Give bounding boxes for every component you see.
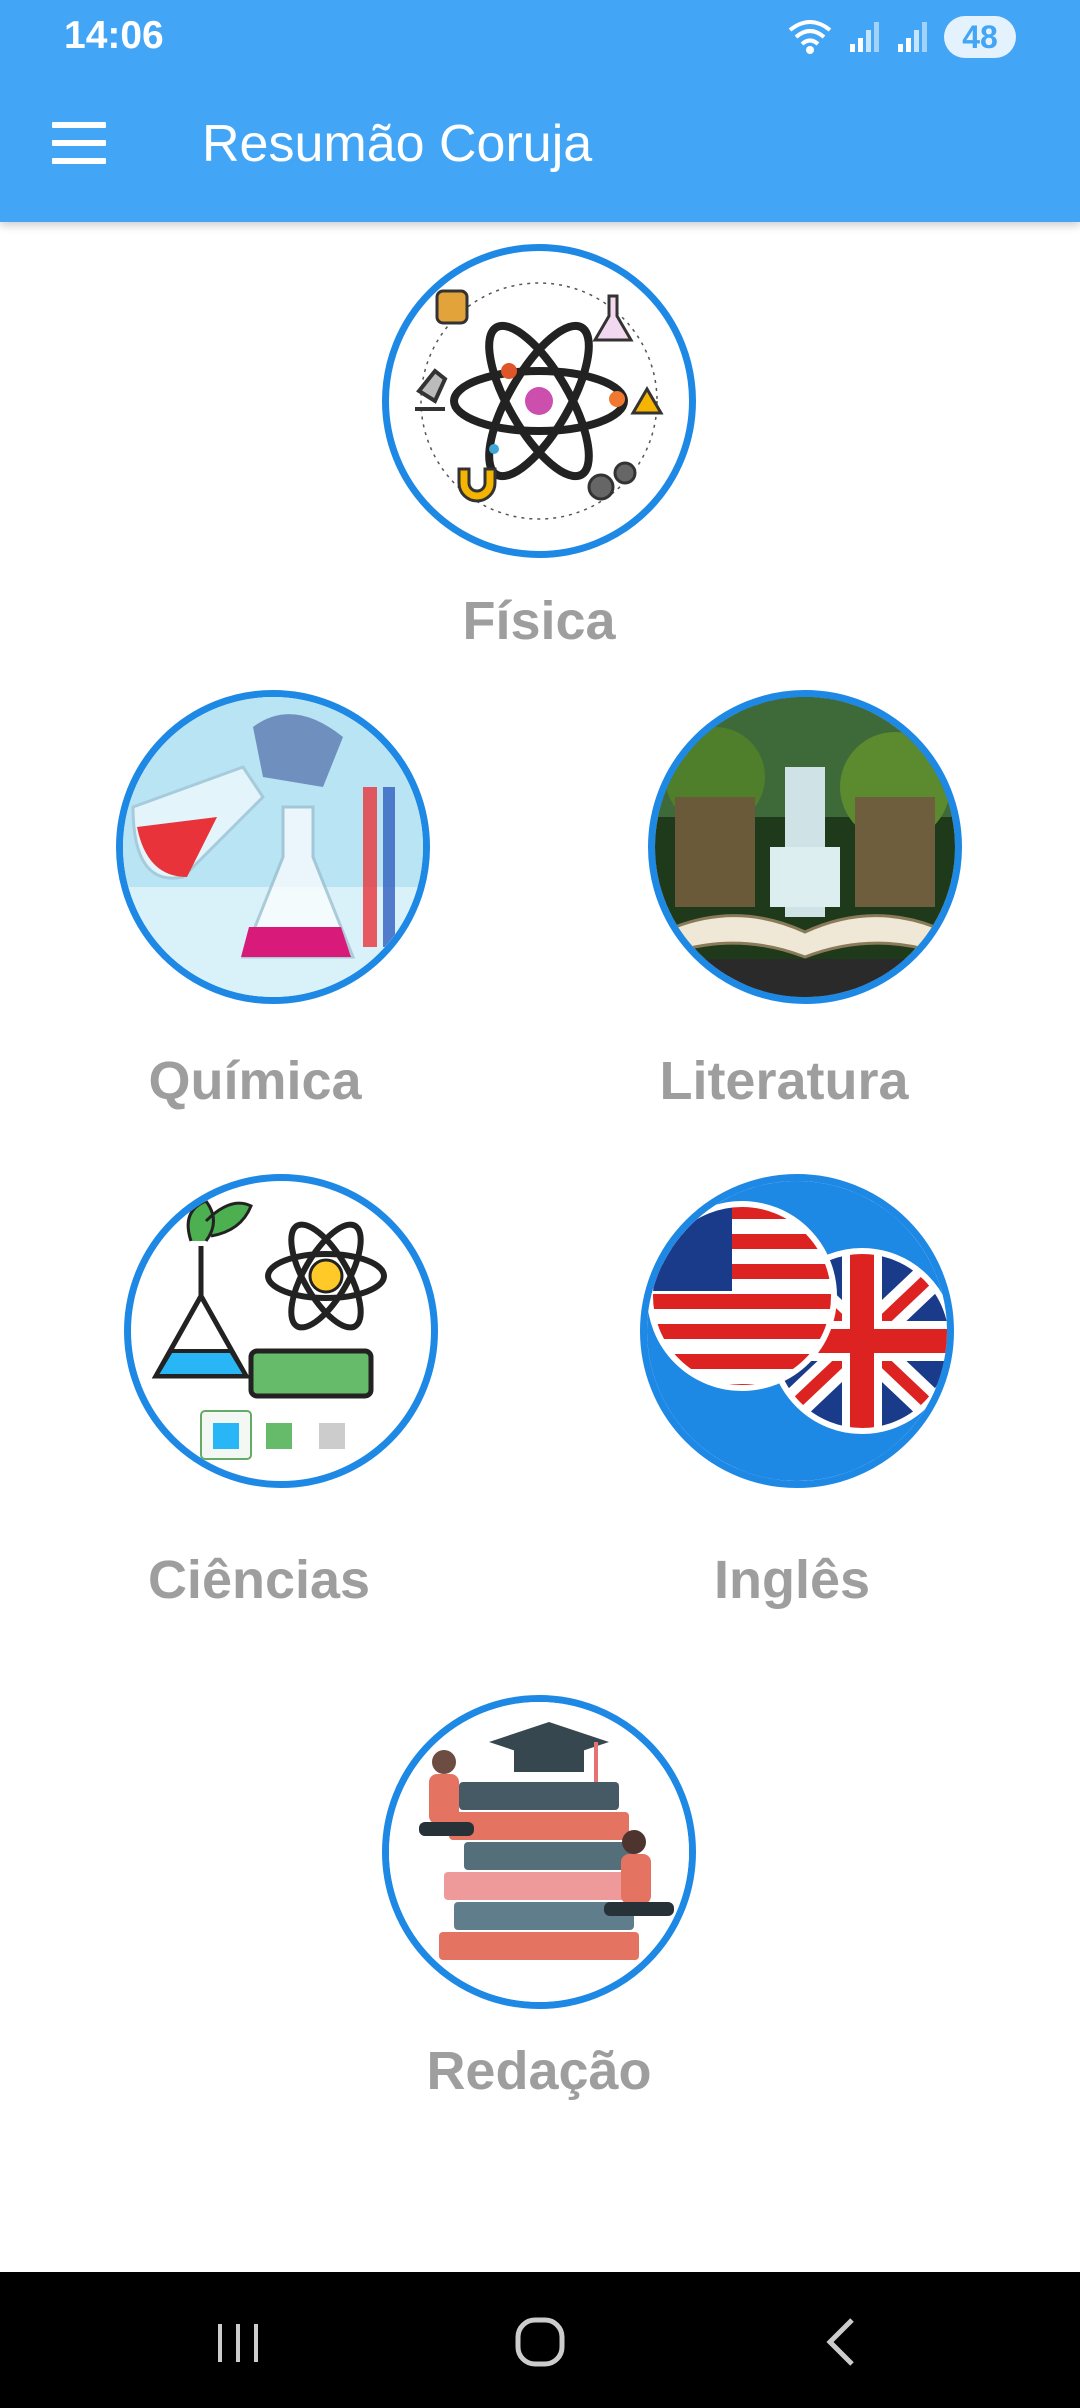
status-time: 14:06 (64, 14, 164, 57)
fisica-label[interactable]: Física (339, 590, 739, 652)
ingles-image[interactable] (640, 1174, 954, 1488)
quimica-image[interactable] (116, 690, 430, 1004)
app-bar: 14:06 48 Resumão Coruja (0, 0, 1080, 222)
literatura-image[interactable] (648, 690, 962, 1004)
menu-icon[interactable] (52, 122, 106, 164)
literatura-label[interactable]: Literatura (584, 1050, 984, 1112)
ciencias-label[interactable]: Ciências (59, 1549, 459, 1611)
status-icons: 48 (786, 14, 1016, 60)
fisica-image[interactable] (382, 244, 696, 558)
battery-indicator: 48 (944, 16, 1016, 58)
recent-apps-icon[interactable] (198, 2312, 278, 2372)
ingles-label[interactable]: Inglês (592, 1549, 992, 1611)
ciencias-image[interactable] (124, 1174, 438, 1488)
wifi-icon (788, 20, 832, 54)
signal-icon (850, 22, 879, 52)
redacao-label[interactable]: Redação (339, 2040, 739, 2102)
system-nav-bar (0, 2272, 1080, 2408)
quimica-label[interactable]: Química (55, 1050, 455, 1112)
app-title: Resumão Coruja (202, 115, 593, 173)
signal-icon-2 (898, 22, 927, 52)
back-icon[interactable] (802, 2312, 882, 2372)
home-icon[interactable] (500, 2312, 580, 2372)
redacao-image[interactable] (382, 1695, 696, 2009)
